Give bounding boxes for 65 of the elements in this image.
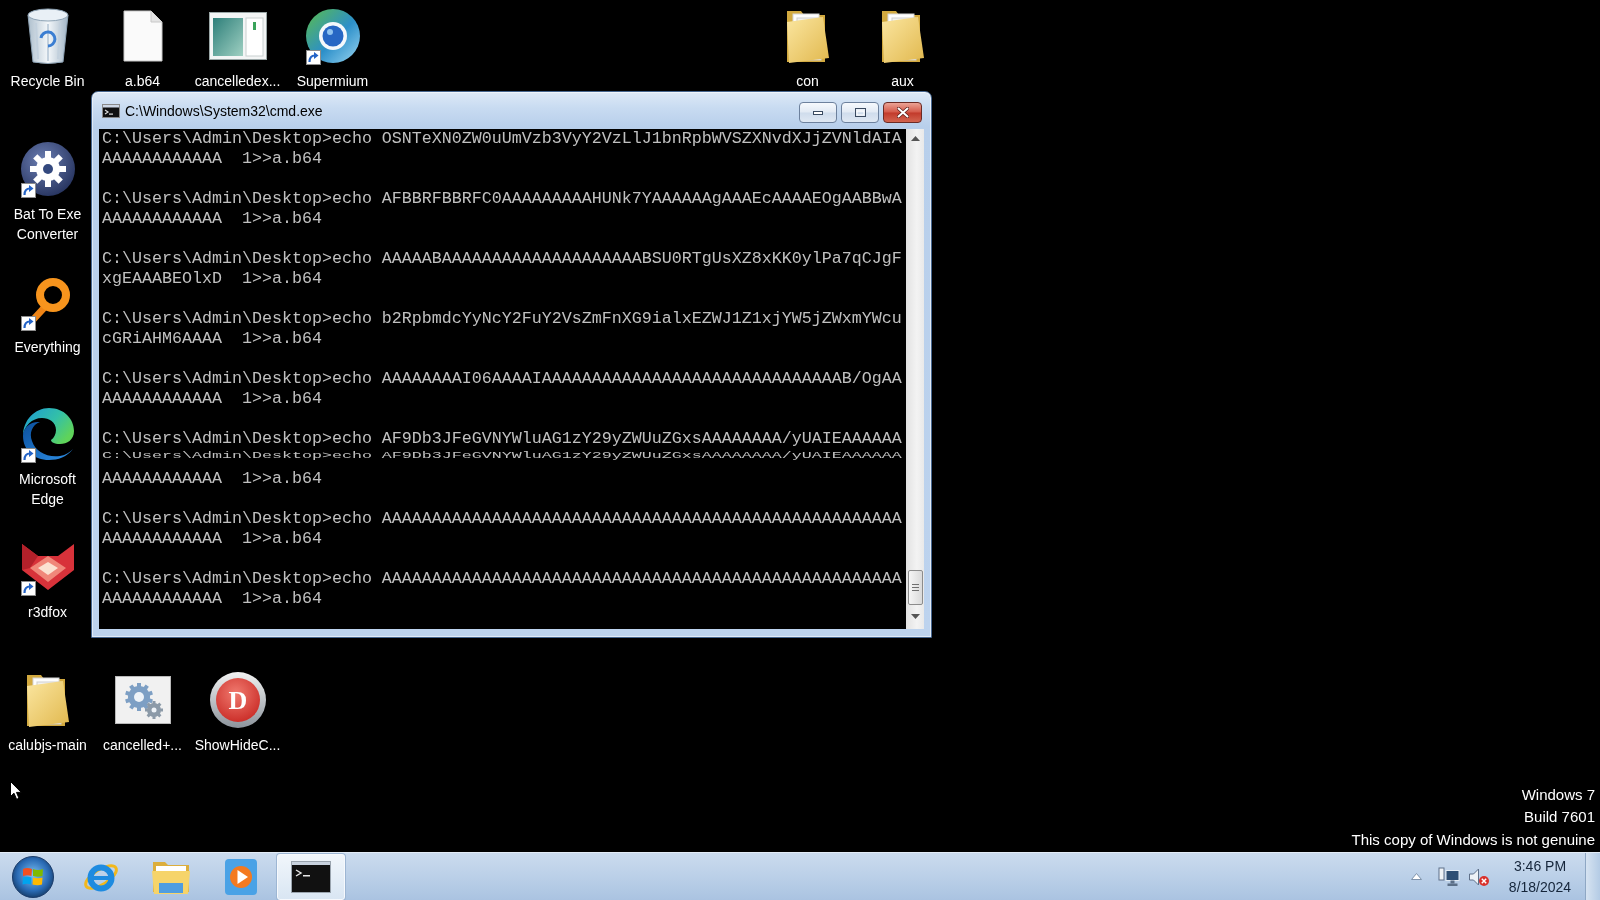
- clock-time: 3:46 PM: [1513, 856, 1567, 876]
- window-thumbnail-icon[interactable]: [208, 12, 267, 60]
- up-caret-icon[interactable]: [1410, 873, 1422, 880]
- minimize-icon[interactable]: [813, 110, 823, 115]
- network-icon[interactable]: [1438, 866, 1460, 887]
- desktop-icon-label[interactable]: Supermium: [296, 71, 369, 91]
- folder-icon[interactable]: [24, 672, 71, 728]
- fox-head-icon[interactable]: [19, 542, 76, 593]
- console-line: AAAAAAAAAAAA 1>>a.b64: [102, 589, 322, 609]
- mouse-pointer-icon: [10, 781, 22, 800]
- console-line: C:\Users\Admin\Desktop>echo AAAAAAAAI06AAAAIAAAAAAAAAAAAAAAAAAAAAAAAAAAAAAB/OgAA: [102, 369, 902, 389]
- desktop-icon-label[interactable]: calubjs-main: [8, 735, 87, 755]
- desktop-icon-label[interactable]: Everything: [14, 336, 81, 357]
- console-line: AAAAAAAAAAAA 1>>a.b64: [102, 529, 322, 549]
- folder-icon[interactable]: [784, 8, 831, 64]
- console-line: AAAAAAAAAAAA 1>>a.b64: [102, 149, 322, 169]
- desktop-icon-label[interactable]: Recycle Bin: [10, 71, 85, 91]
- console-line: C:\Users\Admin\Desktop>echo AAAAAAAAAAAAAAAAAAAAAAAAAAAAAAAAAAAAAAAAAAAAAAAAAAAA: [102, 569, 902, 589]
- console-line: AAAAAAAAAAAA 1>>a.b64: [102, 469, 322, 489]
- console-icon[interactable]: [291, 860, 331, 893]
- notice-text: Windows 7: [1521, 784, 1595, 805]
- window-title: C:\Windows\System32\cmd.exe: [125, 102, 324, 119]
- console-line: C:\Users\Admin\Desktop>echo b2RpbmdcYyNcY2FuY2VsZmFnXG9ialxEZWJ1Z1xjYW5jZWxmYWcu: [102, 309, 902, 329]
- console-line: C:\Users\Admin\Desktop>echo AFBBRFBBRFC0AAAAAAAAAHUNk7YAAAAAAgAAAEcAAAAEOgAABBwA: [102, 189, 902, 209]
- close-button[interactable]: [883, 102, 922, 123]
- console-line: C:\Users\Admin\Desktop>echo AF9Db3JFeGVNYWluAG1zY29yZWUuZGxsAAAAAAAA/yUAIEAAAAAA: [102, 429, 902, 449]
- scroll-down-icon[interactable]: [910, 614, 920, 619]
- close-icon[interactable]: [896, 107, 909, 118]
- desktop-icon-label[interactable]: r3dfox: [28, 602, 67, 623]
- notice-text: Build 7601: [1524, 807, 1595, 827]
- gears-icon[interactable]: [114, 676, 171, 724]
- scroll-up-icon[interactable]: [910, 136, 920, 141]
- garbled-console-line: C:\Users\Admin\Desktop>echo AF9Db3JFeGVNYWluAG1zY29yZWUuZGxsAAAAAAAA/yUAIEAAAAAA: [102, 451, 902, 460]
- maximize-button[interactable]: [841, 102, 879, 123]
- console-line: AAAAAAAAAAAA 1>>a.b64: [102, 209, 322, 229]
- desktop-icon-label[interactable]: Bat To Exe Converter: [4, 203, 91, 244]
- desktop-icon-label[interactable]: cancelled+...: [103, 735, 182, 755]
- console-line: xgEAAABEOlxD 1>>a.b64: [102, 269, 322, 289]
- document-icon[interactable]: [122, 10, 163, 62]
- desktop-icon-label[interactable]: a.b64: [124, 71, 160, 91]
- globe-icon[interactable]: [304, 8, 361, 64]
- desktop-icon-label[interactable]: ShowHideC...: [194, 735, 281, 755]
- scrollbar-thumb[interactable]: [907, 570, 923, 605]
- notice-text: This copy of Windows is not genuine: [1351, 829, 1595, 850]
- folder-icon[interactable]: [879, 8, 926, 64]
- maximize-icon[interactable]: [854, 108, 866, 117]
- minimize-button[interactable]: [799, 102, 837, 123]
- clock-date: 8/18/2024: [1508, 877, 1572, 897]
- console-line: AAAAAAAAAAAA 1>>a.b64: [102, 389, 322, 409]
- speaker-icon[interactable]: [1468, 866, 1490, 887]
- desktop-icon-label[interactable]: aux: [891, 71, 914, 91]
- console-line: C:\Users\Admin\Desktop>echo AAAAABAAAAAAAAAAAAAAAAAAAABSU0RTgUsXZ8xKK0ylPa7qCJgF: [102, 249, 902, 269]
- settings-gear-icon[interactable]: [19, 140, 76, 197]
- scrollbar[interactable]: [906, 129, 924, 629]
- taskbar-button[interactable]: [277, 853, 345, 900]
- desktop-icon-label[interactable]: cancelledex...: [194, 71, 281, 91]
- start-button[interactable]: [11, 854, 55, 899]
- media-player-icon[interactable]: [224, 857, 258, 896]
- desktop-icon-label[interactable]: con: [796, 71, 819, 91]
- console-line: cGRiAHM6AAAA 1>>a.b64: [102, 329, 322, 349]
- console-line: C:\Users\Admin\Desktop>echo AAAAAAAAAAAAAAAAAAAAAAAAAAAAAAAAAAAAAAAAAAAAAAAAAAAA: [102, 509, 902, 529]
- recycle-bin-icon[interactable]: [25, 7, 70, 65]
- desktop-icon-label[interactable]: Microsoft Edge: [4, 469, 91, 510]
- console-icon: [102, 103, 120, 118]
- console-line: C:\Users\Admin\Desktop>echo OSNTeXN0ZW0uUmVzb3VyY2VzLlJ1bnRpbWVSZXNvdXJjZVNldAIA: [102, 129, 902, 149]
